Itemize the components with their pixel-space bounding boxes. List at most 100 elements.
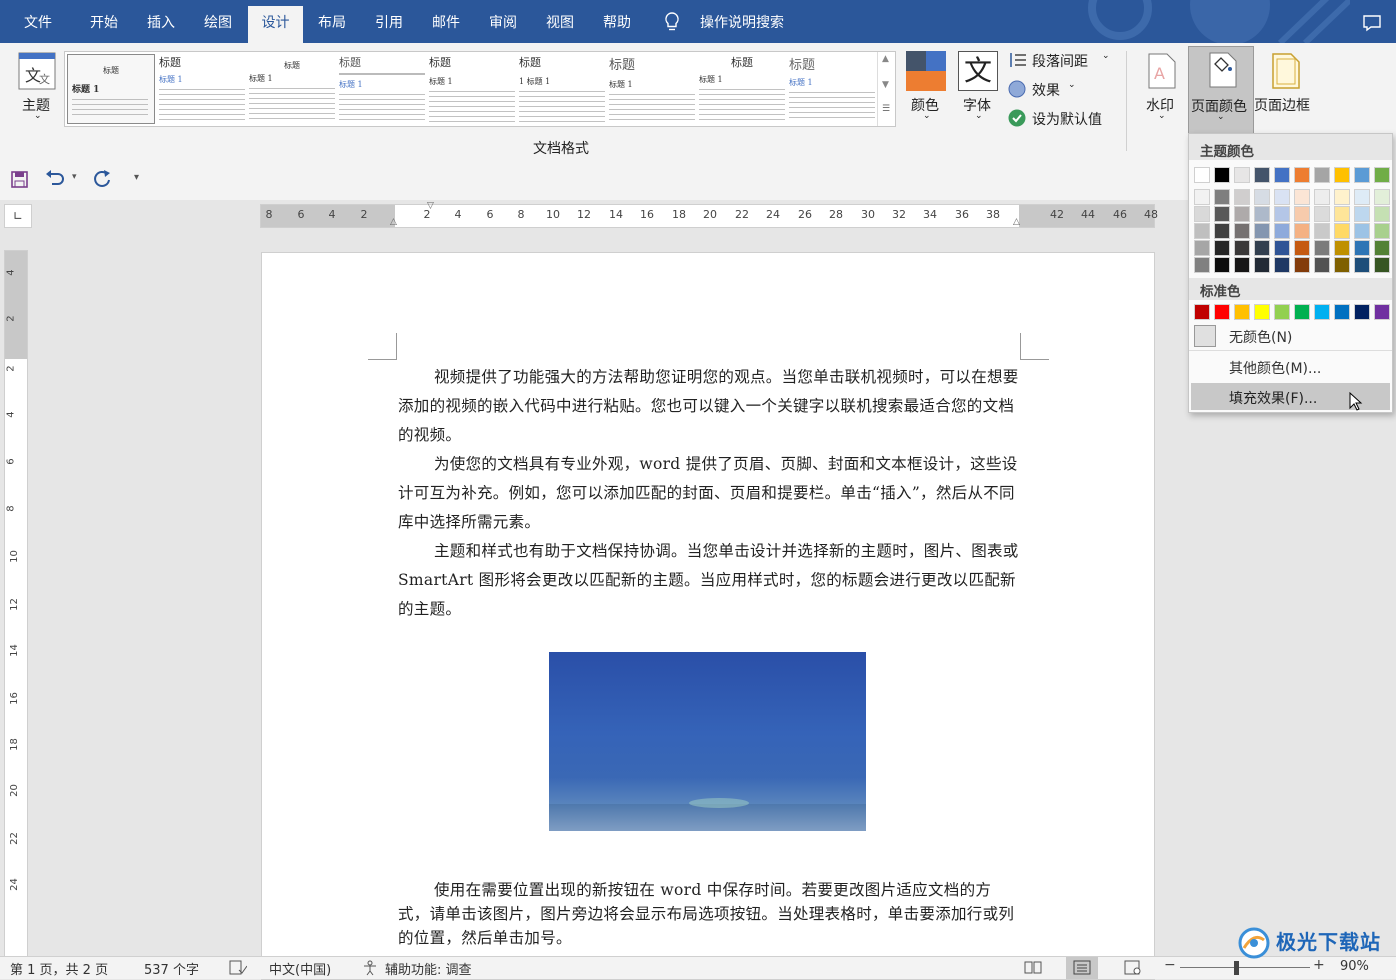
tab-layout[interactable]: 布局 [304, 0, 360, 43]
vertical-ruler[interactable]: 4 2 2 4 6 8 10 12 14 16 18 20 22 24 [4, 250, 28, 958]
tab-insert[interactable]: 插入 [134, 0, 188, 43]
theme-shade-swatch[interactable] [1374, 206, 1390, 222]
theme-color-swatch[interactable] [1334, 167, 1350, 183]
standard-color-swatch[interactable] [1254, 304, 1270, 320]
customize-qat-icon[interactable]: ▾ [134, 172, 139, 183]
tab-help[interactable]: 帮助 [589, 0, 645, 43]
style-set-item[interactable]: 标题 1 标题 1 [519, 54, 605, 122]
theme-shade-swatch[interactable] [1214, 240, 1230, 256]
theme-shade-swatch[interactable] [1354, 189, 1370, 205]
effects-button[interactable]: 效果 ⌄ [1006, 78, 1096, 100]
theme-shade-swatch[interactable] [1274, 189, 1290, 205]
theme-shade-swatch[interactable] [1294, 223, 1310, 239]
tab-mailings[interactable]: 邮件 [418, 0, 474, 43]
document-page[interactable]: 视频提供了功能强大的方法帮助您证明您的观点。当您单击联机视频时，可以在想要添加的… [261, 252, 1155, 980]
gallery-more-icon[interactable]: ☰ [882, 104, 890, 114]
theme-shade-swatch[interactable] [1194, 189, 1210, 205]
theme-shade-swatch[interactable] [1234, 240, 1250, 256]
proofing-icon[interactable] [229, 960, 247, 975]
theme-shade-swatch[interactable] [1314, 189, 1330, 205]
paragraph-spacing-button[interactable]: 段落间距 ⌄ [1006, 49, 1118, 71]
colors-button[interactable]: 颜色 ⌄ [902, 47, 950, 129]
theme-shade-swatch[interactable] [1194, 206, 1210, 222]
paragraph[interactable]: 使用在需要位置出现的新按钮在 word 中保存时间。若要更改图片适应文档的方式，… [398, 878, 1022, 950]
tab-review[interactable]: 审阅 [475, 0, 531, 43]
standard-color-swatch[interactable] [1274, 304, 1290, 320]
theme-shade-swatch[interactable] [1254, 223, 1270, 239]
theme-shade-swatch[interactable] [1294, 189, 1310, 205]
theme-shade-swatch[interactable] [1354, 223, 1370, 239]
style-set-item[interactable]: 标题 标题 1 [159, 54, 245, 122]
theme-shade-swatch[interactable] [1374, 257, 1390, 273]
theme-shade-swatch[interactable] [1294, 240, 1310, 256]
theme-color-swatch[interactable] [1374, 167, 1390, 183]
theme-shade-swatch[interactable] [1374, 189, 1390, 205]
theme-shade-swatch[interactable] [1334, 223, 1350, 239]
theme-shade-swatch[interactable] [1334, 257, 1350, 273]
theme-shade-swatch[interactable] [1254, 240, 1270, 256]
tab-view[interactable]: 视图 [532, 0, 588, 43]
theme-shade-swatch[interactable] [1314, 223, 1330, 239]
standard-color-swatch[interactable] [1314, 304, 1330, 320]
paragraph[interactable]: 为使您的文档具有专业外观，word 提供了页眉、页脚、封面和文本框设计，这些设计… [398, 450, 1022, 537]
style-set-item[interactable]: 标题 标题 1 [609, 54, 695, 122]
style-set-item[interactable]: 标题 标题 1 [429, 54, 515, 122]
theme-shade-swatch[interactable] [1274, 223, 1290, 239]
standard-color-swatch[interactable] [1354, 304, 1370, 320]
web-layout-icon[interactable] [1124, 960, 1142, 975]
hanging-indent-marker[interactable]: △ [390, 217, 397, 227]
theme-shade-swatch[interactable] [1194, 240, 1210, 256]
more-colors-item[interactable]: 其他颜色(M)... [1191, 354, 1390, 380]
theme-shade-swatch[interactable] [1214, 257, 1230, 273]
theme-color-swatch[interactable] [1234, 167, 1250, 183]
style-set-item[interactable]: 标题 标题 1 [339, 54, 425, 122]
right-indent-marker[interactable]: △ [1013, 217, 1020, 227]
tell-me-search[interactable]: 操作说明搜索 [690, 0, 794, 43]
theme-shade-swatch[interactable] [1274, 240, 1290, 256]
theme-shade-swatch[interactable] [1234, 206, 1250, 222]
tab-references[interactable]: 引用 [362, 0, 416, 43]
redo-icon[interactable] [93, 169, 113, 189]
night-sky-image[interactable] [549, 652, 866, 831]
theme-shade-swatch[interactable] [1194, 223, 1210, 239]
language-indicator[interactable]: 中文(中国) [269, 959, 331, 978]
theme-color-swatch[interactable] [1254, 167, 1270, 183]
fonts-button[interactable]: 文 字体 ⌄ [954, 47, 1002, 129]
theme-shade-swatch[interactable] [1274, 257, 1290, 273]
theme-shade-swatch[interactable] [1294, 206, 1310, 222]
page-color-button[interactable]: 页面颜色 ⌄ [1188, 46, 1254, 134]
theme-color-swatch[interactable] [1314, 167, 1330, 183]
zoom-out-button[interactable]: − [1164, 957, 1176, 973]
standard-color-swatch[interactable] [1294, 304, 1310, 320]
style-set-item[interactable]: 标题 标题 1 [67, 54, 155, 124]
tab-draw[interactable]: 绘图 [190, 0, 246, 43]
print-layout-view-button[interactable] [1066, 957, 1098, 979]
style-set-item[interactable]: 标题 标题 1 [699, 54, 785, 122]
paragraph[interactable]: 视频提供了功能强大的方法帮助您证明您的观点。当您单击联机视频时，可以在想要添加的… [398, 363, 1022, 450]
theme-color-swatch[interactable] [1274, 167, 1290, 183]
theme-shade-swatch[interactable] [1274, 206, 1290, 222]
accessibility-icon[interactable] [362, 960, 380, 976]
comments-icon[interactable] [1362, 14, 1382, 32]
first-line-indent-marker[interactable]: ▽ [427, 201, 434, 211]
theme-shade-swatch[interactable] [1334, 206, 1350, 222]
standard-color-swatch[interactable] [1334, 304, 1350, 320]
theme-color-swatch[interactable] [1194, 167, 1210, 183]
gallery-down-icon[interactable]: ▼ [882, 80, 889, 90]
paragraph[interactable]: 主题和样式也有助于文档保持协调。当您单击设计并选择新的主题时，图片、图表或 Sm… [398, 537, 1022, 624]
themes-button[interactable]: 文 文 主题 ⌄ [10, 47, 62, 129]
theme-shade-swatch[interactable] [1194, 257, 1210, 273]
theme-color-swatch[interactable] [1214, 167, 1230, 183]
tab-file[interactable]: 文件 [12, 0, 64, 43]
theme-shade-swatch[interactable] [1334, 240, 1350, 256]
theme-shade-swatch[interactable] [1254, 206, 1270, 222]
undo-dropdown-icon[interactable]: ▾ [72, 172, 77, 182]
theme-shade-swatch[interactable] [1374, 223, 1390, 239]
theme-shade-swatch[interactable] [1254, 189, 1270, 205]
theme-shade-swatch[interactable] [1314, 240, 1330, 256]
no-color-item[interactable]: 无颜色(N) [1191, 322, 1390, 350]
theme-color-swatch[interactable] [1354, 167, 1370, 183]
save-icon[interactable] [11, 171, 28, 188]
theme-shade-swatch[interactable] [1334, 189, 1350, 205]
theme-shade-swatch[interactable] [1294, 257, 1310, 273]
